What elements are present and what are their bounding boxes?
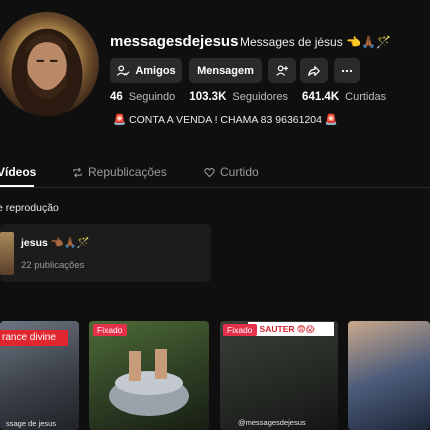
tab-liked[interactable]: Curtido (204, 165, 259, 179)
playlists-section-title: e reprodução (0, 202, 59, 214)
tab-reposts[interactable]: Republicações (72, 165, 167, 179)
profile-username: messagesdejesus (110, 33, 239, 50)
profile-tabs: Vídeos Republicações Curtido (0, 163, 430, 188)
heart-outline-icon (204, 167, 215, 177)
friends-button-label: Amigos (135, 64, 176, 77)
message-button[interactable]: Mensagem (189, 58, 262, 83)
video-watermark: @messagesdejesus (238, 418, 306, 427)
profile-stats: 46 Seguindo 103.3K Seguidores 641.4K Cur… (110, 91, 394, 103)
profile-bio: 🚨 CONTA A VENDA ! CHAMA 83 96361204 🚨 (113, 114, 338, 126)
friends-icon (117, 64, 130, 76)
playlist-thumbnail (0, 232, 14, 275)
message-button-label: Mensagem (197, 64, 254, 77)
friends-button[interactable]: Amigos (110, 58, 182, 83)
profile-avatar[interactable] (0, 12, 99, 116)
following-label[interactable]: Seguindo (129, 91, 176, 103)
video-caption-overlay: rance divine (0, 330, 68, 346)
following-count[interactable]: 46 (110, 91, 123, 103)
playlist-card[interactable] (0, 224, 211, 282)
tab-liked-label: Curtido (220, 165, 259, 179)
video-watermark: ssage de jesus (6, 419, 57, 428)
profile-nickname: Messages de jésus 👈🙏🏾🪄 (240, 35, 391, 49)
more-options-button[interactable] (334, 58, 360, 83)
avatar-portrait (11, 28, 83, 116)
playlist-count: 22 publicações (21, 260, 85, 271)
tab-videos[interactable]: Vídeos (0, 165, 36, 179)
active-tab-indicator (0, 185, 34, 187)
video-thumbnail[interactable] (220, 321, 338, 430)
more-icon (341, 69, 353, 72)
pinned-badge: Fixado (223, 324, 257, 336)
likes-label: Curtidas (345, 91, 387, 103)
pinned-badge: Fixado (93, 324, 127, 336)
playlist-title: jesus 👈🏾🙏🏾🪄 (21, 237, 90, 249)
repost-icon (73, 167, 82, 177)
followers-label[interactable]: Seguidores (232, 91, 288, 103)
video-caption-overlay: T SAUTER 😨😱 (248, 322, 334, 336)
followers-count[interactable]: 103.3K (189, 91, 226, 103)
video-thumbnail[interactable] (89, 321, 209, 430)
likes-count: 641.4K (302, 91, 340, 103)
add-friend-button[interactable] (268, 58, 296, 83)
pot-image (109, 349, 189, 416)
tab-reposts-label: Republicações (88, 165, 167, 179)
share-icon (308, 65, 320, 76)
tab-videos-label: Vídeos (0, 165, 37, 179)
share-button[interactable] (300, 58, 328, 83)
add-user-icon (276, 64, 289, 76)
video-thumbnail[interactable] (348, 321, 430, 430)
